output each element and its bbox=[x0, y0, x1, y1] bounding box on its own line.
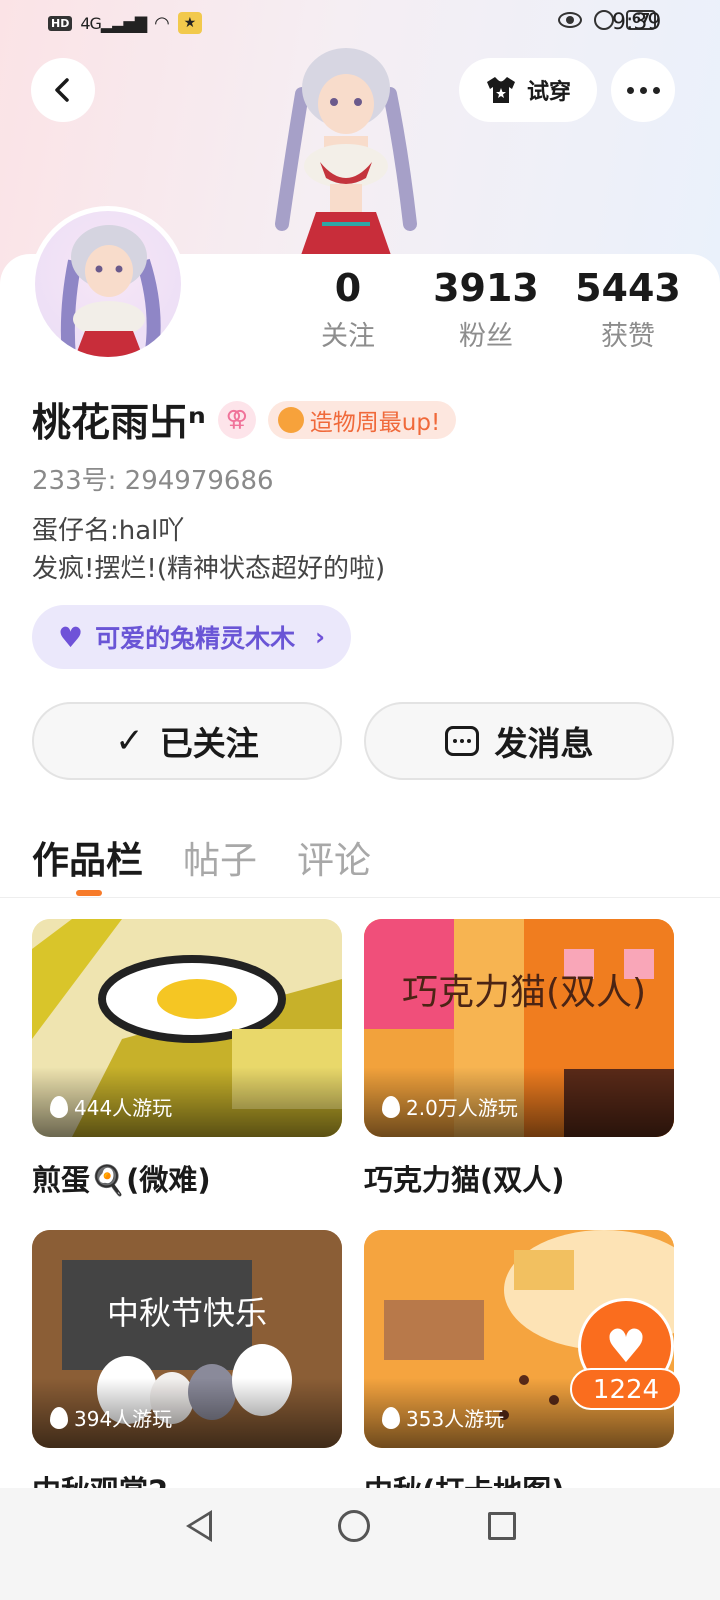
user-id: 233号: 294979686 bbox=[32, 466, 274, 496]
chevron-right-icon: › bbox=[315, 623, 326, 651]
heart-icon: ♥ bbox=[605, 1319, 647, 1373]
stat-label: 粉丝 bbox=[459, 321, 513, 352]
fire-icon bbox=[50, 1095, 68, 1118]
stat-value: 3913 bbox=[433, 266, 539, 310]
stat-label: 获赞 bbox=[601, 321, 655, 352]
stat-fans[interactable]: 3913 粉丝 bbox=[416, 266, 556, 353]
play-count: 2.0万人游玩 bbox=[382, 1092, 518, 1121]
followed-label: 已关注 bbox=[159, 724, 259, 763]
stat-following[interactable]: 0 关注 bbox=[278, 266, 418, 353]
profile-tabs: 作品栏 帖子 评论 bbox=[32, 830, 371, 884]
work-thumbnail: 444人游玩 bbox=[32, 919, 342, 1137]
alarm-icon bbox=[593, 10, 614, 30]
eye-comfort-icon bbox=[557, 12, 582, 28]
bio-line: 发疯!摆烂!(精神状态超好的啦) bbox=[32, 554, 386, 584]
thumb-caption: 巧克力猫(双人) bbox=[401, 972, 647, 1013]
bio-line: 蛋仔名:hal吖 bbox=[32, 516, 185, 546]
stat-value: 0 bbox=[334, 266, 362, 310]
bio: 蛋仔名:hal吖 发疯!摆烂!(精神状态超好的啦) bbox=[32, 512, 385, 588]
more-options-button[interactable] bbox=[611, 58, 675, 122]
character-banner-image bbox=[262, 44, 430, 258]
system-navigation-bar bbox=[0, 1488, 720, 1600]
work-title: 煎蛋🍳(微难) bbox=[32, 1163, 211, 1197]
play-count-label: 394人游玩 bbox=[74, 1407, 173, 1431]
status-bar: HD 4G▂▃▅▇ ◠ ★ 67 9:39 bbox=[0, 0, 720, 48]
try-on-button[interactable]: 试穿 bbox=[459, 58, 597, 122]
nav-back-icon[interactable] bbox=[186, 1510, 212, 1542]
like-count: 1224 bbox=[570, 1368, 682, 1410]
club-link[interactable]: ♥ 可爱的兔精灵木木 › bbox=[32, 605, 352, 669]
fire-icon bbox=[382, 1095, 400, 1118]
stat-label: 关注 bbox=[321, 321, 375, 352]
work-card[interactable]: 中秋节快乐 394人游玩 中秋观赏2 bbox=[32, 1230, 342, 1510]
play-count: 353人游玩 bbox=[382, 1403, 504, 1432]
check-icon: ✓ bbox=[115, 721, 144, 761]
play-count: 394人游玩 bbox=[50, 1403, 172, 1432]
play-count: 444人游玩 bbox=[50, 1092, 172, 1121]
chevron-left-icon bbox=[55, 78, 69, 102]
hd-icon: HD bbox=[48, 15, 73, 31]
work-title: 巧克力猫(双人) bbox=[364, 1163, 565, 1197]
avatar-image bbox=[35, 211, 181, 357]
play-count-label: 2.0万人游玩 bbox=[406, 1096, 518, 1120]
heart-icon: ♥ bbox=[58, 620, 84, 654]
more-dot bbox=[639, 86, 647, 94]
chat-bubble-icon bbox=[444, 726, 479, 756]
send-message-label: 发消息 bbox=[494, 724, 594, 763]
more-dot bbox=[626, 86, 634, 94]
work-thumbnail: 巧克力猫(双人) 2.0万人游玩 bbox=[364, 919, 674, 1137]
stat-likes[interactable]: 5443 获赞 bbox=[558, 266, 698, 353]
nav-recents-icon[interactable] bbox=[488, 1512, 516, 1540]
wifi-icon: ◠ bbox=[154, 12, 170, 34]
app-notification-icon: ★ bbox=[177, 12, 202, 34]
tab-comments[interactable]: 评论 bbox=[297, 830, 371, 884]
tab-works[interactable]: 作品栏 bbox=[32, 830, 143, 884]
work-card[interactable]: 巧克力猫(双人) 2.0万人游玩 巧克力猫(双人) bbox=[364, 919, 674, 1199]
back-button[interactable] bbox=[31, 58, 95, 122]
play-count-label: 353人游玩 bbox=[406, 1407, 505, 1431]
fire-icon bbox=[50, 1406, 68, 1429]
active-tab-indicator bbox=[76, 890, 102, 896]
badge-face-icon bbox=[277, 407, 304, 433]
try-on-label: 试穿 bbox=[526, 80, 571, 105]
username: 桃花雨卐ⁿ bbox=[32, 401, 206, 446]
more-dot bbox=[652, 86, 660, 94]
tab-posts[interactable]: 帖子 bbox=[183, 830, 257, 884]
send-message-button[interactable]: 发消息 bbox=[364, 702, 674, 780]
creator-badge[interactable]: 造物周最up! bbox=[267, 401, 457, 439]
thumb-caption: 中秋节快乐 bbox=[106, 1294, 267, 1332]
name-row: 桃花雨卐ⁿ ⚢ 造物周最up! bbox=[32, 392, 457, 448]
divider bbox=[0, 897, 720, 898]
fire-icon bbox=[382, 1406, 400, 1429]
signal-icon: 4G▂▃▅▇ bbox=[80, 13, 147, 33]
avatar[interactable] bbox=[30, 206, 186, 362]
stat-value: 5443 bbox=[575, 266, 681, 310]
shirt-icon bbox=[486, 77, 515, 103]
gender-icon: ⚢ bbox=[217, 401, 256, 439]
clock-time: 9:39 bbox=[612, 10, 662, 35]
work-thumbnail: 中秋节快乐 394人游玩 bbox=[32, 1230, 342, 1448]
play-count-label: 444人游玩 bbox=[74, 1096, 173, 1120]
work-card[interactable]: 444人游玩 煎蛋🍳(微难) bbox=[32, 919, 342, 1199]
nav-home-icon[interactable] bbox=[338, 1510, 370, 1542]
badge-label: 造物周最up! bbox=[309, 410, 441, 436]
club-label: 可爱的兔精灵木木 bbox=[95, 624, 296, 653]
followed-button[interactable]: ✓ 已关注 bbox=[32, 702, 342, 780]
